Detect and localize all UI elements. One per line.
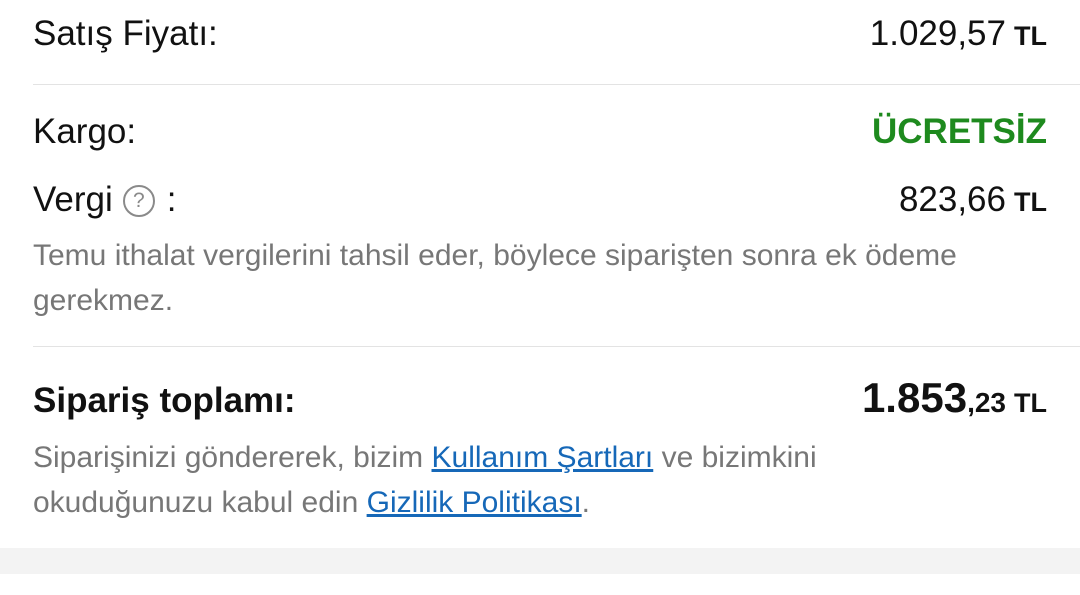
help-question-icon[interactable]: ? — [122, 185, 155, 217]
terms-text-after: . — [581, 486, 590, 519]
shipping-row: Kargo: ÜCRETSİZ — [33, 112, 1047, 152]
divider — [33, 84, 1080, 85]
tax-label: Vergi — [33, 180, 113, 219]
tax-row: Vergi?: 823,66 TL — [33, 180, 1047, 220]
order-total-dec: ,23 — [967, 387, 1006, 418]
section-separator-band — [0, 548, 1080, 574]
order-total-row: Sipariş toplamı: 1.853,23 TL — [33, 374, 1047, 422]
order-total-value: 1.853,23 TL — [862, 374, 1047, 422]
terms-text: Siparişinizi göndererek, bizim Kullanım … — [33, 435, 980, 525]
divider — [33, 346, 1080, 347]
sale-price-amount: 1.029,57 — [869, 14, 1006, 53]
sale-price-value: 1.029,57 TL — [870, 14, 1047, 54]
shipping-free-value: ÜCRETSİZ — [872, 112, 1047, 151]
sale-price-row: Satış Fiyatı: 1.029,57 TL — [33, 14, 1047, 54]
tax-amount: 823,66 — [898, 180, 1006, 219]
sale-price-label: Satış Fiyatı: — [33, 14, 218, 53]
tax-note: Temu ithalat vergilerini tahsil eder, bö… — [33, 239, 957, 317]
order-total-label: Sipariş toplamı: — [33, 381, 296, 420]
tax-value: 823,66 TL — [899, 180, 1047, 220]
order-total-currency: TL — [1014, 388, 1047, 418]
terms-of-use-link[interactable]: Kullanım Şartları — [432, 441, 654, 474]
tax-currency: TL — [1014, 187, 1047, 217]
shipping-label: Kargo: — [33, 112, 137, 151]
terms-text-before: Siparişinizi göndererek, bizim — [33, 441, 432, 474]
privacy-policy-link[interactable]: Gizlilik Politikası — [367, 486, 582, 519]
sale-price-currency: TL — [1014, 21, 1047, 51]
order-total-int: 1.853 — [861, 374, 968, 421]
tax-label-group: Vergi?: — [33, 180, 177, 220]
tax-colon: : — [166, 180, 177, 219]
